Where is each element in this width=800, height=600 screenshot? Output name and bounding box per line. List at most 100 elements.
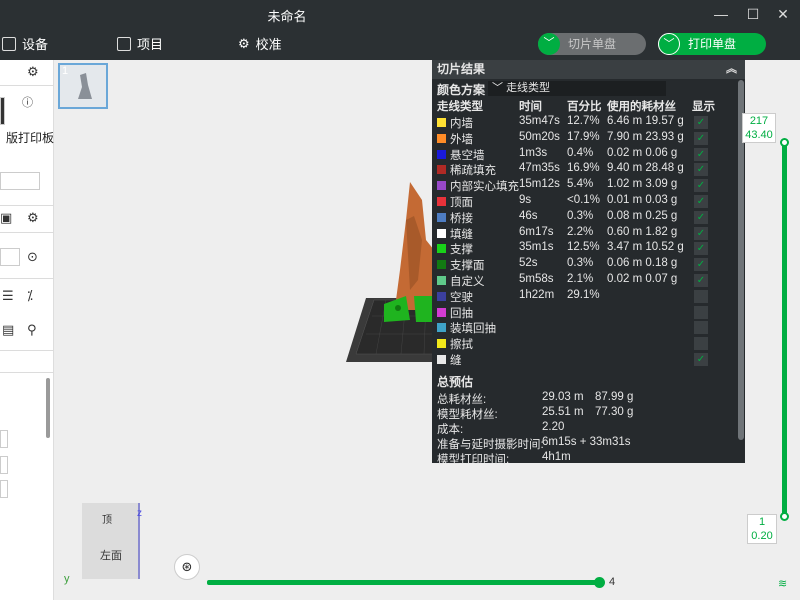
display-checkbox[interactable] [694,337,708,351]
color-swatch [437,149,446,159]
project-label: 项目 [137,37,164,52]
results-title: 切片结果 [437,62,486,76]
device-icon [2,36,16,51]
display-checkbox[interactable]: ✓ [694,163,708,177]
print-plate-button[interactable]: ﹀ 打印单盘 [658,33,766,55]
bottom-layer-indicator: 1 0.20 [747,514,777,544]
summary-value: 2.20 [542,421,565,433]
setting-field[interactable] [0,480,8,498]
project-icon [117,36,131,51]
axis-z-label: z [137,508,142,519]
display-checkbox[interactable]: ✓ [694,179,708,193]
feature-usage: 0.60 m 1.82 g [607,225,678,238]
chevron-down-icon[interactable]: ﹀ [538,33,560,55]
feature-time: 35m1s [519,241,554,254]
display-checkbox[interactable]: ✓ [694,147,708,161]
search-icon[interactable]: ⚲ [27,322,37,338]
maximize-button[interactable]: ☐ [742,3,764,25]
list-icon[interactable]: ☰ [2,288,14,304]
display-checkbox[interactable]: ✓ [694,274,708,287]
feature-row: 支撑 35m1s 12.5% 3.47 m 10.52 g ✓ [432,241,745,257]
feature-percent: 5.4% [567,178,594,191]
minimize-button[interactable]: — [710,3,732,25]
display-checkbox[interactable]: ✓ [694,226,708,240]
project-tab[interactable]: 项目 [117,34,163,53]
feature-usage: 0.08 m 0.25 g [607,209,678,222]
feature-usage: 3.47 m 10.52 g [607,241,684,254]
summary-value: 4h1m [542,451,571,463]
display-checkbox[interactable]: ✓ [694,258,708,272]
gear-icon[interactable]: ⚙ [27,210,39,226]
info-icon[interactable]: ⓘ [22,94,33,110]
feature-time: 35m47s [519,115,560,127]
color-swatch [437,228,446,238]
compare-icon[interactable]: ⁒ [27,288,33,304]
view-cube[interactable]: 顶 左面 [82,503,140,579]
device-tab[interactable]: 设备 [2,34,48,53]
bottom-layer-number: 1 [758,516,766,528]
save-icon[interactable]: ▤ [2,322,14,338]
feature-percent: 12.5% [567,241,600,254]
feature-time: 15m12s [519,178,560,191]
slice-plate-button[interactable]: ﹀ 切片单盘 [538,33,646,55]
feature-usage: 0.01 m 0.03 g [607,194,678,206]
divider [0,232,54,233]
feature-row: 擦拭 [432,336,745,352]
plate-select[interactable] [0,172,40,190]
feature-name: 空驶 [450,291,473,304]
display-checkbox[interactable]: ✓ [694,242,708,256]
feature-percent: 17.9% [567,130,600,143]
feature-percent: 0.4% [567,146,594,159]
gear-icon[interactable]: ⚙ [27,64,39,80]
color-swatch [437,181,446,191]
more-icon[interactable]: ⊙ [27,249,38,265]
display-checkbox[interactable]: ✓ [694,131,708,145]
left-settings-panel: ⚙ ⓘ 版打印板 ▣ ⚙ ⊙ ☰ ⁒ ▤ ⚲ [0,60,54,600]
close-button[interactable]: ✕ [772,3,794,25]
setting-field[interactable] [0,430,8,448]
display-checkbox[interactable] [694,321,708,335]
summary-row: 总耗材丝: 29.03 m 87.99 g [432,391,745,406]
feature-name: 擦拭 [450,339,473,352]
collapse-icon[interactable]: ︽ [726,60,737,79]
summary-row: 模型耗材丝: 25.51 m 77.30 g [432,406,745,421]
title-bar: 未命名 — ☐ ✕ [0,0,800,28]
color-scheme-select[interactable]: ﹀ 走线类型 [488,81,666,96]
device-label: 设备 [22,37,49,52]
auto-orient-button[interactable]: ⊛ [174,554,200,580]
col-header-type: 走线类型 [437,101,483,113]
display-checkbox[interactable] [694,305,708,319]
move-slider-track[interactable] [207,580,600,585]
slice-results-panel: 切片结果 ︽ 颜色方案 ﹀ 走线类型 走线类型 时间 百分比 使用的耗材丝 显示… [432,60,745,466]
plate-thumbnail[interactable]: 1 [58,63,108,109]
summary-key: 总耗材丝: [437,394,487,406]
setting-field[interactable] [0,456,8,474]
filament-settings-icon[interactable]: ▣ [0,210,12,226]
color-swatch [437,118,446,127]
layers-icon[interactable]: ≋ [778,577,787,590]
layer-slider-top-handle[interactable] [780,138,789,147]
printer-swatch[interactable] [0,97,5,125]
feature-row: 内部实心填充 15m12s 5.4% 1.02 m 3.09 g ✓ [432,178,745,194]
feature-time: 9s [519,194,532,206]
layer-slider-track[interactable] [782,140,787,518]
filament-select[interactable] [0,248,20,266]
top-layer-number: 217 [749,115,769,127]
feature-name: 悬空墙 [450,149,485,162]
view-cube-face-label: 左面 [100,550,122,562]
display-checkbox[interactable] [694,289,708,303]
display-checkbox[interactable]: ✓ [694,353,708,366]
left-panel-scrollbar[interactable] [46,378,50,438]
layer-slider-bottom-handle[interactable] [780,512,789,521]
display-checkbox[interactable]: ✓ [694,195,708,208]
feature-name: 内部实心填充 [450,181,519,194]
feature-usage: 0.02 m 0.07 g [607,273,678,285]
move-slider-handle[interactable] [594,577,605,588]
display-checkbox[interactable]: ✓ [694,210,708,224]
calibration-tab[interactable]: ⚙ 校准 [238,34,282,53]
chevron-down-icon[interactable]: ﹀ [658,33,680,55]
display-checkbox[interactable]: ✓ [694,116,708,129]
divider [0,372,54,373]
feature-name: 内墙 [450,118,473,130]
feature-row: 空驶 1h22m 29.1% [432,289,745,305]
